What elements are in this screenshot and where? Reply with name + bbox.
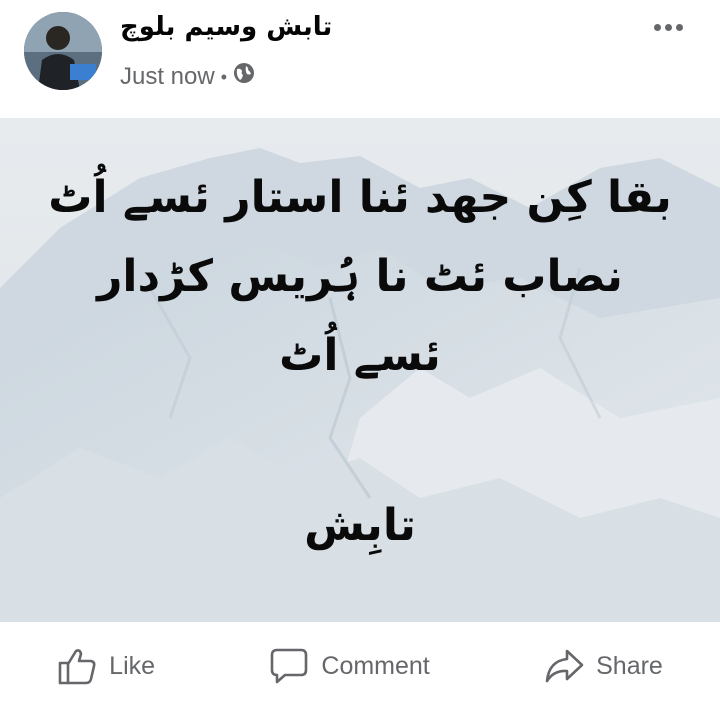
share-button[interactable]: Share — [544, 647, 663, 685]
like-button[interactable]: Like — [57, 647, 155, 685]
more-dot — [653, 23, 661, 31]
globe-icon — [233, 62, 255, 91]
post-line: ئسے اُٹ — [279, 330, 441, 381]
post-background: بقا کِن جهد ئنا استار ئسے اُٹ نصاب ئٹ نا… — [0, 118, 720, 622]
share-label: Share — [596, 651, 663, 680]
post-timestamp[interactable]: Just now — [120, 63, 215, 91]
post-line: بقا کِن جهد ئنا استار ئسے اُٹ — [48, 172, 672, 223]
comment-bubble-icon — [269, 647, 309, 685]
thumbs-up-icon — [57, 647, 97, 685]
comment-label: Comment — [321, 651, 430, 680]
post-actions-bar: Like Comment Share — [0, 622, 720, 710]
author-name[interactable]: تابش وسیم بلوچ — [120, 12, 332, 42]
author-avatar[interactable] — [24, 12, 102, 90]
post-header: تابش وسیم بلوچ Just now • — [0, 0, 720, 118]
more-options-button[interactable] — [648, 12, 688, 42]
more-dot — [664, 23, 672, 31]
like-label: Like — [109, 651, 156, 680]
separator-dot: • — [220, 66, 228, 87]
post-body-text: بقا کِن جهد ئنا استار ئسے اُٹ نصاب ئٹ نا… — [0, 158, 720, 395]
post-line: نصاب ئٹ نا ہُریس کڑدار — [97, 251, 623, 302]
share-arrow-icon — [544, 647, 584, 685]
more-dot — [675, 23, 683, 31]
comment-button[interactable]: Comment — [269, 647, 430, 685]
post-signature: تابِش — [304, 500, 416, 551]
post-meta: Just now • — [120, 62, 255, 91]
